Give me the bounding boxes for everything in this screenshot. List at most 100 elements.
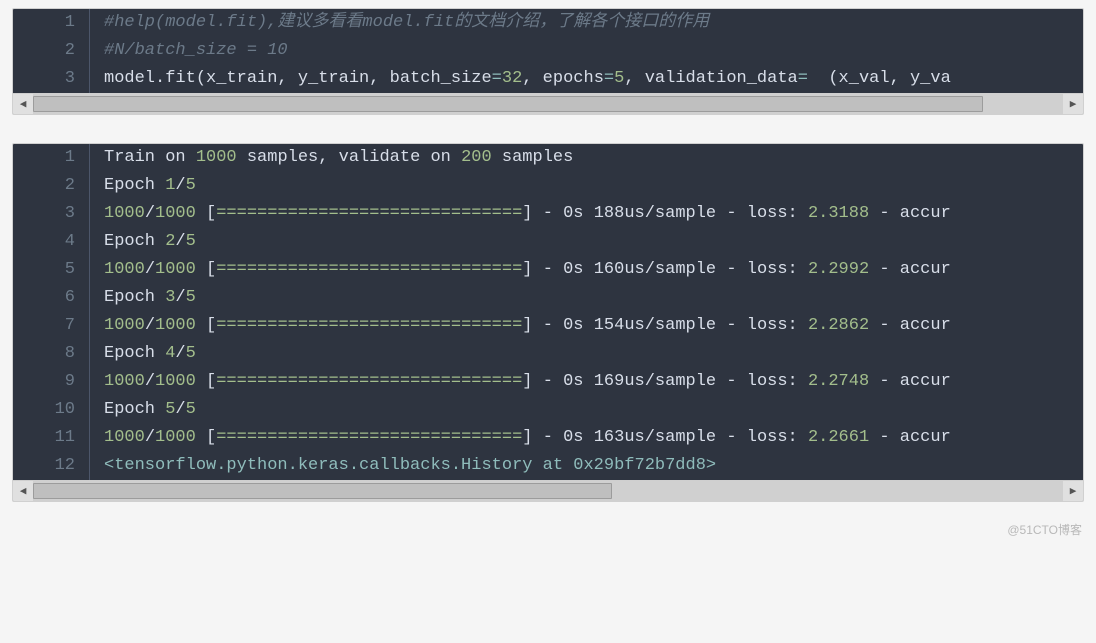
code-line: 12 <tensorflow.python.keras.callbacks.His… xyxy=(13,452,1083,480)
token-ident: - accur xyxy=(869,428,951,447)
code-text: 1000/1000 [=============================… xyxy=(90,368,1083,396)
token-num: 5 xyxy=(614,69,624,88)
token-ident: Epoch xyxy=(104,288,165,307)
token-num: 5 xyxy=(186,400,196,419)
scroll-left-button[interactable]: ◀ xyxy=(13,94,33,114)
code-line: 71000/1000 [============================… xyxy=(13,312,1083,340)
token-ident: samples, validate on xyxy=(237,148,461,167)
token-op: / xyxy=(645,204,655,223)
watermark-text: @51CTO博客 xyxy=(1007,521,1082,538)
token-ident: [ xyxy=(196,372,216,391)
token-op: / xyxy=(175,232,185,251)
line-number: 11 xyxy=(13,424,90,452)
code-text: model.fit(x_train, y_train, batch_size=3… xyxy=(90,65,1083,93)
scroll-thumb[interactable] xyxy=(33,483,612,499)
token-op: / xyxy=(645,428,655,447)
token-ident: sample - loss: xyxy=(655,428,808,447)
token-num: 2.2748 xyxy=(808,372,869,391)
line-number: 2 xyxy=(13,37,90,65)
token-op: / xyxy=(175,288,185,307)
line-number: 3 xyxy=(13,65,90,93)
token-ident: ] - 0s 169us xyxy=(522,372,644,391)
token-comment: #N/batch_size = 10 xyxy=(104,41,288,60)
token-prog: ============================== xyxy=(216,372,522,391)
token-ident: Epoch xyxy=(104,176,165,195)
token-num: 3 xyxy=(165,288,175,307)
token-prog: ============================== xyxy=(216,428,522,447)
token-str: <tensorflow.python.keras.callbacks.Histo… xyxy=(104,456,716,475)
token-comment: #help(model.fit),建议多看看model.fit的文档介绍，了解各… xyxy=(104,13,709,32)
token-prog: ============================== xyxy=(216,260,522,279)
token-num: 5 xyxy=(186,288,196,307)
token-num: 5 xyxy=(186,344,196,363)
token-num: 1000 xyxy=(104,372,145,391)
line-number: 3 xyxy=(13,200,90,228)
token-op: / xyxy=(145,204,155,223)
token-ident: ] - 0s 163us xyxy=(522,428,644,447)
token-num: 2.2862 xyxy=(808,316,869,335)
token-ident: ] - 0s 188us xyxy=(522,204,644,223)
token-ident: ] - 0s 160us xyxy=(522,260,644,279)
line-number: 2 xyxy=(13,172,90,200)
code-line: 2 #N/batch_size = 10 xyxy=(13,37,1083,65)
code-line: 4Epoch 2/5 xyxy=(13,228,1083,256)
code-text: Epoch 3/5 xyxy=(90,284,1083,312)
token-op: / xyxy=(145,428,155,447)
code-lines: 1#help(model.fit),建议多看看model.fit的文档介绍，了解… xyxy=(13,9,1083,93)
line-number: 9 xyxy=(13,368,90,396)
code-text: Epoch 4/5 xyxy=(90,340,1083,368)
code-text: Epoch 2/5 xyxy=(90,228,1083,256)
scroll-track[interactable] xyxy=(33,94,1063,114)
token-op: / xyxy=(645,260,655,279)
line-number: 8 xyxy=(13,340,90,368)
token-eq: = xyxy=(604,69,614,88)
token-ident: Epoch xyxy=(104,344,165,363)
line-number: 6 xyxy=(13,284,90,312)
scroll-right-button[interactable]: ▶ xyxy=(1063,94,1083,114)
code-text: #help(model.fit),建议多看看model.fit的文档介绍，了解各… xyxy=(90,9,1083,37)
token-num: 1000 xyxy=(155,428,196,447)
code-text: 1000/1000 [=============================… xyxy=(90,424,1083,452)
token-op: / xyxy=(175,176,185,195)
token-num: 1000 xyxy=(104,204,145,223)
line-number: 1 xyxy=(13,144,90,172)
code-text: 1000/1000 [=============================… xyxy=(90,312,1083,340)
code-line: 8Epoch 4/5 xyxy=(13,340,1083,368)
scroll-left-button[interactable]: ◀ xyxy=(13,481,33,501)
token-op: / xyxy=(145,260,155,279)
token-ident: , epochs xyxy=(522,69,604,88)
horizontal-scrollbar[interactable]: ◀ ▶ xyxy=(13,93,1083,114)
token-num: 1000 xyxy=(155,260,196,279)
code-text: Train on 1000 samples, validate on 200 s… xyxy=(90,144,1083,172)
token-num: 1000 xyxy=(196,148,237,167)
code-line: 3model.fit(x_train, y_train, batch_size=… xyxy=(13,65,1083,93)
token-ident: sample - loss: xyxy=(655,372,808,391)
token-num: 1000 xyxy=(155,316,196,335)
code-text: #N/batch_size = 10 xyxy=(90,37,1083,65)
token-num: 32 xyxy=(502,69,522,88)
token-ident: - accur xyxy=(869,204,951,223)
scroll-track[interactable] xyxy=(33,481,1063,501)
scroll-thumb[interactable] xyxy=(33,96,983,112)
code-text: <tensorflow.python.keras.callbacks.Histo… xyxy=(90,452,1083,480)
code-line: 91000/1000 [============================… xyxy=(13,368,1083,396)
token-num: 5 xyxy=(165,400,175,419)
token-ident: ] - 0s 154us xyxy=(522,316,644,335)
token-op: / xyxy=(645,316,655,335)
horizontal-scrollbar[interactable]: ◀ ▶ xyxy=(13,480,1083,501)
code-line: 6Epoch 3/5 xyxy=(13,284,1083,312)
code-lines: 1Train on 1000 samples, validate on 200 … xyxy=(13,144,1083,480)
token-ident: sample - loss: xyxy=(655,260,808,279)
token-num: 1000 xyxy=(155,204,196,223)
token-prog: ============================== xyxy=(216,204,522,223)
token-ident: - accur xyxy=(869,316,951,335)
token-num: 1 xyxy=(165,176,175,195)
scroll-right-button[interactable]: ▶ xyxy=(1063,481,1083,501)
line-number: 12 xyxy=(13,452,90,480)
code-line: 51000/1000 [============================… xyxy=(13,256,1083,284)
token-ident: [ xyxy=(196,428,216,447)
code-line: 31000/1000 [============================… xyxy=(13,200,1083,228)
code-line: 2Epoch 1/5 xyxy=(13,172,1083,200)
token-num: 2.3188 xyxy=(808,204,869,223)
token-num: 1000 xyxy=(155,372,196,391)
